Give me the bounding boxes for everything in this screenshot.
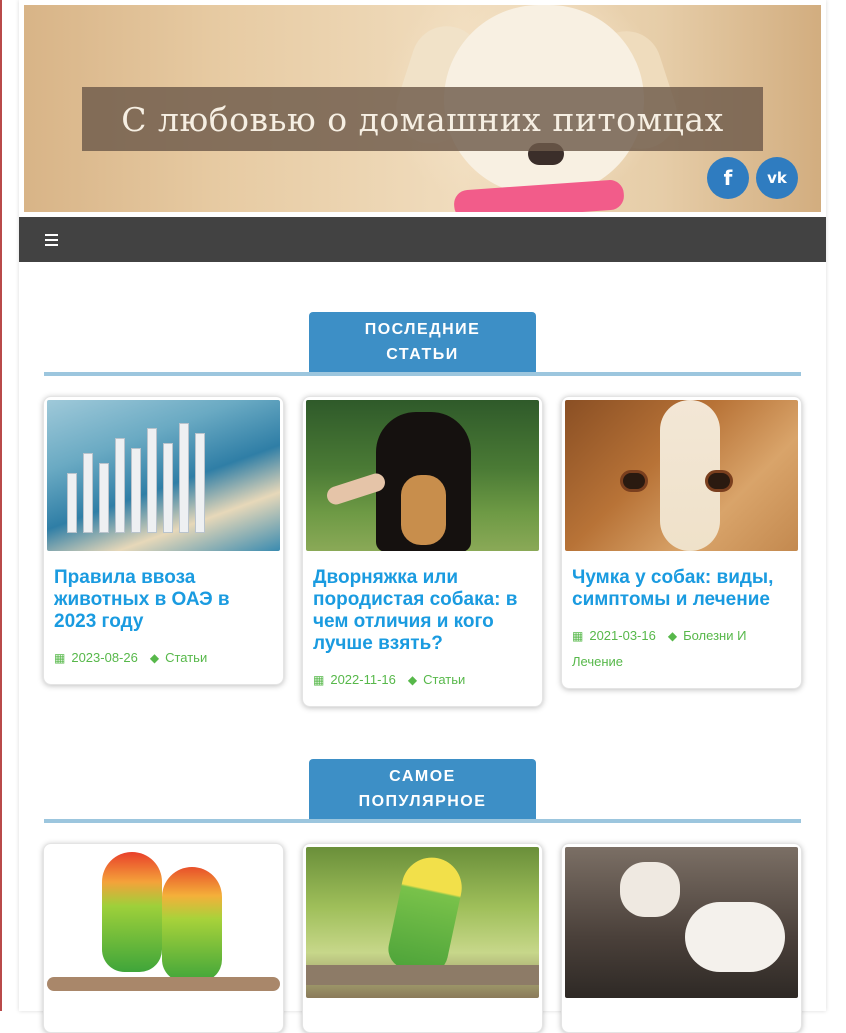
article-date: 2022-11-16 <box>330 672 396 687</box>
tags-icon: ◆ <box>149 651 160 665</box>
category-link[interactable]: Статьи <box>423 672 465 687</box>
page-edge <box>0 0 2 1011</box>
tags-icon: ◆ <box>667 629 678 643</box>
article-title-link[interactable]: Дворняжка или породистая собака: в чем о… <box>306 551 539 655</box>
site-title-box[interactable]: С любовью о домашних питомцах <box>82 87 763 151</box>
article-card <box>43 843 284 1033</box>
article-card <box>561 843 802 1033</box>
article-card: Чумка у собак: виды, симптомы и лечение … <box>561 396 802 689</box>
vk-icon[interactable]: vk <box>756 157 798 199</box>
main-navbar <box>19 217 826 262</box>
header-banner: С любовью о домашних питомцах f vk <box>24 5 821 212</box>
calendar-icon: ▦ <box>313 673 325 687</box>
dubai-coast-photo[interactable] <box>47 400 280 551</box>
puppy-ribbon <box>453 179 625 212</box>
calendar-icon: ▦ <box>572 629 584 643</box>
article-date: 2023-08-26 <box>71 650 138 665</box>
article-meta: ▦ 2021-03-16 ◆ Болезни И Лечение <box>565 611 798 685</box>
section-divider <box>44 819 801 823</box>
article-card <box>302 843 543 1033</box>
dog-paw-photo[interactable] <box>306 400 539 551</box>
article-title-link[interactable]: Чумка у собак: виды, симптомы и лечение <box>565 551 798 611</box>
article-meta: ▦ 2022-11-16 ◆ Статьи <box>306 655 539 703</box>
page-container: С любовью о домашних питомцах f vk ПОСЛЕ… <box>19 0 826 1033</box>
article-meta: ▦ 2023-08-26 ◆ Статьи <box>47 633 280 681</box>
section-divider <box>44 372 801 376</box>
site-title[interactable]: С любовью о домашних питомцах <box>121 100 723 139</box>
white-cat-photo[interactable] <box>565 847 798 998</box>
article-title-link[interactable]: Правила ввоза животных в ОАЭ в 2023 году <box>47 551 280 633</box>
bars-icon[interactable] <box>45 234 58 246</box>
category-link[interactable]: Статьи <box>165 650 207 665</box>
article-date: 2021-03-16 <box>589 628 656 643</box>
tags-icon: ◆ <box>407 673 418 687</box>
section-tab: САМОЕ ПОПУЛЯРНОЕ <box>309 759 536 819</box>
beagle-photo[interactable] <box>565 400 798 551</box>
facebook-icon[interactable]: f <box>707 157 749 199</box>
article-card: Дворняжка или породистая собака: в чем о… <box>302 396 543 707</box>
section-tab: ПОСЛЕДНИЕ СТАТЬИ <box>309 312 536 372</box>
article-card: Правила ввоза животных в ОАЭ в 2023 году… <box>43 396 284 685</box>
calendar-icon: ▦ <box>54 651 66 665</box>
budgie-photo[interactable] <box>306 847 539 998</box>
lovebirds-photo[interactable] <box>47 847 280 998</box>
